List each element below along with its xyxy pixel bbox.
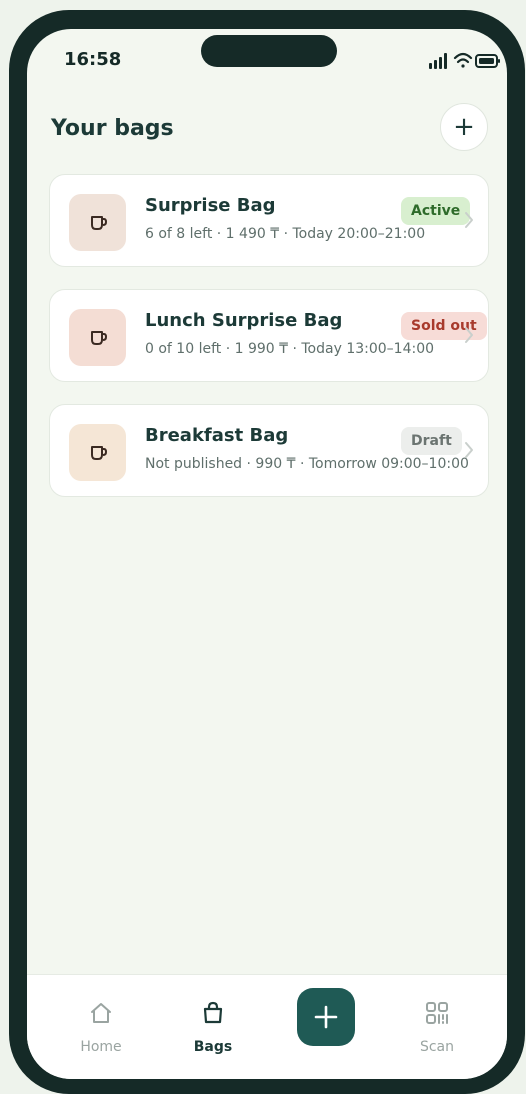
status-icons — [417, 51, 507, 71]
bag-icon — [203, 1001, 223, 1024]
status-badge: Active — [401, 197, 471, 225]
create-bag-fab[interactable] — [297, 988, 355, 1046]
cup-icon — [90, 215, 107, 230]
plus-icon — [314, 1005, 338, 1029]
bag-meta: Not published · 990 ₸ · Tomorrow 09:00–1… — [145, 456, 469, 472]
tab-home-label: Home — [80, 1039, 122, 1055]
tab-scan-label: Scan — [419, 1039, 455, 1055]
bottom-tab-bar: Home Bags Scan — [27, 974, 507, 1079]
chevron-right-icon — [465, 327, 473, 343]
bag-card-breakfast[interactable]: Breakfast Bag Not published · 990 ₸ · To… — [49, 404, 489, 497]
cup-icon — [90, 330, 107, 345]
phone-frame: 16:58 Your bags + Surprise Bag 6 of 8 le… — [9, 10, 525, 1094]
qr-scan-icon — [426, 1002, 448, 1024]
bag-meta: 0 of 10 left · 1 990 ₸ · Today 13:00–14:… — [145, 341, 435, 357]
chevron-right-icon — [465, 442, 473, 458]
bag-thumbnail — [69, 424, 126, 481]
status-time: 16:58 — [64, 49, 122, 70]
chevron-right-icon — [465, 212, 473, 228]
bag-meta: 6 of 8 left · 1 490 ₸ · Today 20:00–21:0… — [145, 226, 426, 242]
cellular-signal-icon — [429, 53, 447, 69]
add-bag-button[interactable]: + — [440, 103, 488, 151]
bag-card-surprise[interactable]: Surprise Bag 6 of 8 left · 1 490 ₸ · Tod… — [49, 174, 489, 267]
tab-scan[interactable]: Scan — [387, 975, 487, 1075]
bag-title: Surprise Bag — [145, 195, 276, 216]
bag-thumbnail — [69, 309, 126, 366]
tab-bags[interactable]: Bags — [163, 975, 263, 1075]
battery-icon — [475, 54, 500, 68]
home-icon — [91, 1003, 111, 1023]
tab-home[interactable]: Home — [51, 975, 151, 1075]
wifi-icon — [453, 52, 473, 68]
bag-title: Lunch Surprise Bag — [145, 310, 343, 331]
app-screen: 16:58 Your bags + Surprise Bag 6 of 8 le… — [27, 29, 507, 1079]
plus-icon: + — [453, 112, 475, 142]
dynamic-island — [201, 35, 337, 67]
cup-icon — [90, 445, 107, 460]
bag-card-lunch[interactable]: Lunch Surprise Bag 0 of 10 left · 1 990 … — [49, 289, 489, 382]
bag-thumbnail — [69, 194, 126, 251]
page-title: Your bags — [51, 116, 174, 141]
bag-title: Breakfast Bag — [145, 425, 289, 446]
tab-bags-label: Bags — [193, 1039, 233, 1055]
status-badge: Draft — [401, 427, 462, 455]
